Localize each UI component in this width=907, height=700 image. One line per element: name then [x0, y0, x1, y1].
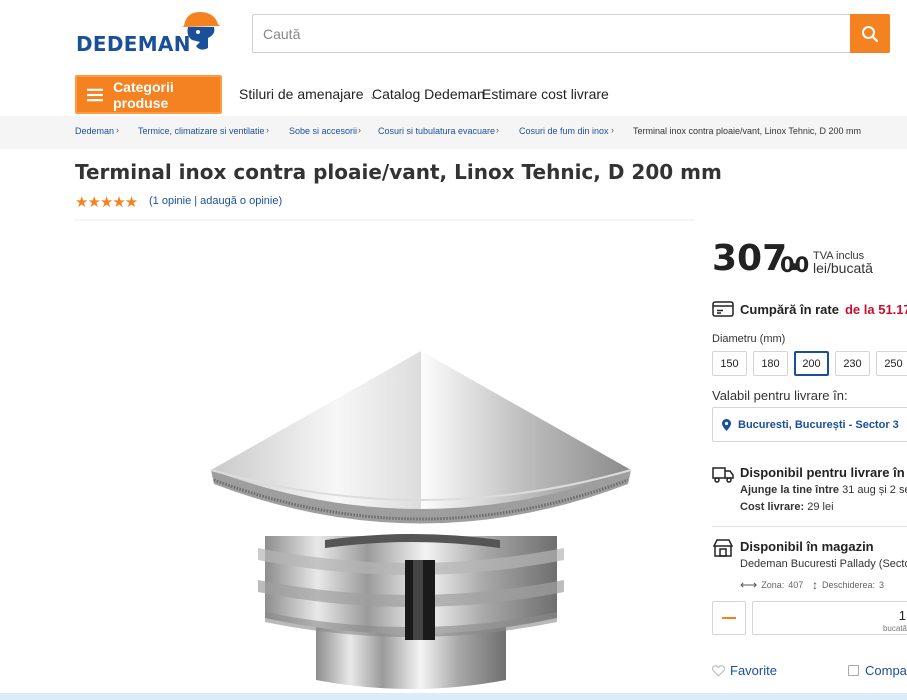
installments-amount: de la 51.17 lei	[844, 301, 907, 317]
store-opening: ↕ Deschiderea: 3	[812, 578, 884, 592]
delivery-arrival-value: 31 aug și 2 sept	[842, 484, 907, 496]
installments-icon	[712, 301, 734, 317]
breadcrumb: Dedeman › Termice, climatizare si ventil…	[0, 116, 907, 149]
nav-link-styles[interactable]: Stiluri de amenajare ⌄	[239, 86, 377, 102]
delivery-arrival-label: Ajunge la tine între	[740, 484, 840, 496]
favorite-button[interactable]: Favorite	[712, 663, 777, 678]
store-zone-label: Zona:	[761, 580, 785, 590]
delivery-availability-title: Disponibil pentru livrare în Bucu	[740, 465, 907, 480]
favorite-label: Favorite	[730, 663, 777, 678]
breadcrumb-item[interactable]: Dedeman	[75, 126, 114, 136]
diameter-label: Diametru (mm)	[712, 333, 786, 345]
diameter-option[interactable]: 180	[753, 351, 788, 376]
delivery-location-label: Valabil pentru livrare în:	[712, 388, 848, 403]
delivery-cost-value: 29 lei	[807, 501, 834, 513]
delivery-location-value: Bucuresti, București - Sector 3	[738, 418, 899, 431]
price-unit: lei/bucată	[813, 260, 873, 276]
logo-text: DEDEMAN	[76, 32, 191, 56]
compare-label: Compar	[865, 663, 907, 678]
store-name[interactable]: Dedeman Bucuresti Pallady (Sector 3	[740, 558, 907, 570]
nav-link-delivery-cost[interactable]: Estimare cost livrare	[482, 86, 609, 102]
store-opening-label: Deschiderea:	[822, 580, 876, 590]
delivery-cost: Cost livrare: 29 lei	[740, 501, 834, 513]
quantity-decrease-button[interactable]	[712, 601, 746, 635]
breadcrumb-item[interactable]: Cosuri si tubulatura evacuare	[378, 126, 495, 136]
delivery-truck-icon	[712, 467, 734, 483]
installments-label: Cumpără în rate	[740, 301, 839, 317]
categories-button[interactable]: Categorii produse	[75, 75, 222, 114]
breadcrumb-item[interactable]: Termice, climatizare si ventilatie	[138, 126, 265, 136]
location-pin-icon	[722, 418, 731, 431]
heart-icon	[712, 664, 725, 677]
product-image[interactable]	[75, 218, 695, 698]
nav-link-catalog[interactable]: Catalog Dedeman	[372, 86, 485, 102]
reviews-link[interactable]: (1 opinie | adaugă o opinie)	[149, 195, 282, 207]
delivery-arrival: Ajunge la tine între 31 aug și 2 sept	[740, 484, 907, 496]
footer-strip	[0, 693, 907, 700]
search-bar	[252, 14, 890, 53]
divider	[712, 526, 907, 527]
chevron-right-icon: ›	[496, 125, 499, 135]
search-icon	[862, 25, 879, 42]
store-opening-value: 3	[879, 580, 885, 590]
arrows-horizontal-icon: ⟷	[740, 578, 758, 592]
breadcrumb-item[interactable]: Cosuri de fum din inox	[519, 126, 609, 136]
delivery-cost-label: Cost livrare:	[740, 501, 805, 513]
hamburger-icon	[87, 88, 104, 101]
rating-stars: ★★★★★	[75, 194, 138, 211]
diameter-option[interactable]: 150	[712, 351, 747, 376]
chevron-right-icon: ›	[116, 125, 119, 135]
main-nav: Categorii produse Stiluri de amenajare ⌄…	[0, 73, 907, 115]
diameter-option-selected[interactable]: 200	[794, 351, 829, 376]
page-title: Terminal inox contra ploaie/vant, Linox …	[75, 160, 722, 184]
categories-label: Categorii produse	[113, 78, 174, 111]
quantity-unit: bucată	[882, 624, 907, 633]
store-icon	[713, 539, 733, 557]
price-decimals: 00	[780, 253, 810, 277]
delivery-location-selector[interactable]: Bucuresti, București - Sector 3	[712, 407, 907, 442]
diameter-option[interactable]: 250	[876, 351, 907, 376]
chevron-right-icon: ›	[266, 125, 269, 135]
minus-icon	[722, 617, 736, 619]
breadcrumb-current: Terminal inox contra ploaie/vant, Linox …	[633, 126, 861, 136]
store-zone-value: 407	[788, 580, 804, 590]
dedeman-logo[interactable]: DEDEMAN	[76, 8, 222, 56]
chevron-right-icon: ›	[358, 125, 361, 135]
search-button[interactable]	[850, 14, 890, 53]
quantity-stepper[interactable]: 1 bucată	[752, 601, 907, 635]
quantity-value[interactable]: 1	[899, 608, 906, 623]
search-input[interactable]	[253, 15, 850, 52]
store-availability-title: Disponibil în magazin	[740, 539, 874, 554]
diameter-option[interactable]: 230	[835, 351, 870, 376]
store-zone: ⟷ Zona: 407	[740, 578, 803, 592]
breadcrumb-item[interactable]: Sobe si accesorii	[289, 126, 357, 136]
chevron-right-icon: ›	[611, 125, 614, 135]
logo-mascot-icon	[182, 12, 220, 50]
compare-checkbox[interactable]: Compar	[848, 663, 907, 678]
nav-link-styles-label: Stiluri de amenajare	[239, 86, 364, 102]
installments-link[interactable]: Cumpără în rate de la 51.17 lei	[712, 300, 907, 318]
arrows-vertical-icon: ↕	[812, 578, 818, 592]
checkbox-icon	[848, 665, 859, 676]
